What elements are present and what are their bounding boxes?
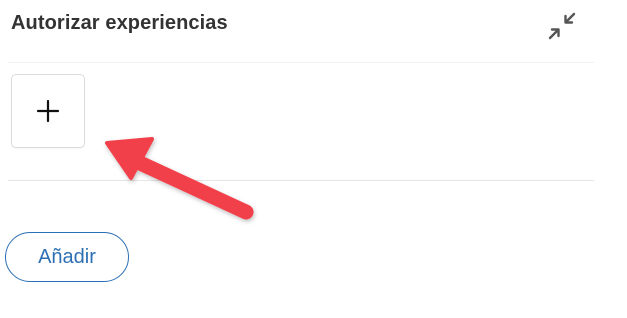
experiences-page: Autorizar experiencias Añadir	[0, 0, 627, 318]
plus-icon	[36, 99, 60, 123]
panel-title: Autorizar experiencias	[11, 12, 228, 34]
header-divider	[8, 62, 594, 63]
add-button[interactable]: Añadir	[5, 232, 129, 282]
collapse-button[interactable]	[544, 8, 582, 44]
collapse-arrows-icon	[548, 12, 576, 40]
content-divider	[8, 180, 594, 181]
add-experience-tile[interactable]	[11, 74, 85, 148]
